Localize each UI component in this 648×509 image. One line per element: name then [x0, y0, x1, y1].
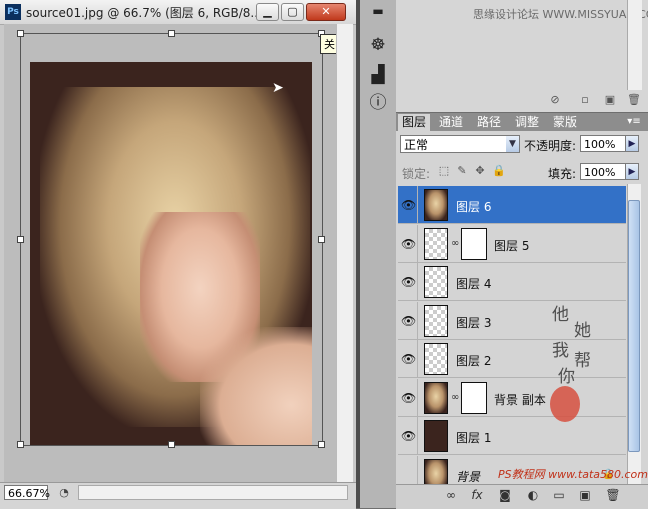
lock-all-icon[interactable]: 🔒 — [492, 165, 506, 177]
status-menu-icon[interactable]: ◔ — [56, 485, 72, 500]
add-mask-icon[interactable]: ◙ — [496, 487, 514, 503]
collapsed-panel-icon[interactable]: ▬ — [365, 0, 391, 22]
layers-scrollbar-thumb[interactable] — [628, 200, 640, 452]
bottom-watermark: PS教程网 www.tata580.com — [498, 468, 648, 481]
fill-label: 填充: — [548, 167, 577, 181]
layer-thumbnail[interactable] — [424, 382, 448, 414]
crop-handle-top[interactable] — [168, 30, 175, 37]
crop-handle-bottom[interactable] — [168, 441, 175, 448]
crop-bounding-box[interactable] — [20, 33, 323, 446]
eye-icon[interactable]: 👁 — [401, 314, 416, 328]
eye-icon[interactable]: 👁 — [401, 198, 416, 212]
eye-icon[interactable]: 👁 — [401, 429, 416, 443]
watermark-char: 我 — [552, 341, 569, 361]
watermark-char: 帮 — [574, 351, 591, 371]
layer-name: 图层 1 — [456, 431, 492, 445]
layer-mask-thumbnail[interactable] — [461, 382, 487, 414]
layer-name: 图层 3 — [456, 316, 492, 330]
new-document-icon[interactable]: ▣ — [603, 93, 617, 107]
layer-name: 图层 5 — [494, 239, 530, 253]
document-vertical-scrollbar[interactable] — [336, 24, 353, 482]
layer-name: 背景 — [456, 470, 481, 484]
layer-name: 图层 4 — [456, 277, 492, 291]
adjustment-layer-icon[interactable]: ◐ — [524, 487, 542, 503]
crop-handle-left[interactable] — [17, 236, 24, 243]
zoom-level-field[interactable]: 66.67% — [4, 485, 50, 500]
tab-adjustments[interactable]: 调整 — [510, 114, 544, 131]
opacity-slider-arrow-icon[interactable]: ▶ — [625, 135, 639, 152]
layer-link-icon[interactable]: ∞ — [451, 238, 459, 249]
watermark-char: 他 — [552, 305, 569, 325]
info-icon[interactable]: ⓘ — [365, 92, 391, 114]
tab-channels[interactable]: 通道 — [434, 114, 468, 131]
lock-transparency-icon[interactable]: ⬚ — [438, 165, 450, 177]
lock-position-icon[interactable]: ✥ — [474, 165, 486, 177]
tab-masks[interactable]: 蒙版 — [548, 114, 582, 131]
eye-icon[interactable]: 👁 — [401, 352, 416, 366]
document-horizontal-scrollbar[interactable] — [78, 485, 348, 500]
minimize-button[interactable]: ▁ — [256, 3, 279, 21]
lock-label: 锁定: — [402, 167, 431, 181]
blend-mode-select[interactable]: 正常 — [400, 135, 520, 153]
fill-slider-arrow-icon[interactable]: ▶ — [625, 163, 639, 180]
delete-layer-icon[interactable]: 🗑 — [604, 487, 622, 503]
tab-paths[interactable]: 路径 — [472, 114, 506, 131]
chevron-down-icon[interactable]: ▼ — [506, 136, 519, 152]
trash-icon[interactable]: 🗑 — [627, 93, 641, 107]
layer-thumbnail[interactable] — [424, 228, 448, 260]
layer-link-icon[interactable]: ∞ — [451, 392, 459, 403]
site-watermark: 思缘设计论坛 WWW.MISSYUAN.COM — [473, 8, 648, 21]
crop-handle-right[interactable] — [318, 236, 325, 243]
crop-handle-bottom-left[interactable] — [17, 441, 24, 448]
no-entry-icon[interactable]: ⊘ — [548, 93, 562, 107]
layer-thumbnail[interactable] — [424, 266, 448, 298]
new-group-icon[interactable]: ▭ — [550, 487, 568, 503]
layer-name: 背景 副本 — [494, 393, 546, 407]
link-layers-icon[interactable]: ∞ — [442, 487, 460, 503]
layer-thumbnail[interactable] — [424, 189, 448, 221]
close-icon: ✕ — [321, 5, 331, 18]
document-title: source01.jpg @ 66.7% (图层 6, RGB/8... — [26, 6, 262, 20]
layer-style-icon[interactable]: fx — [468, 487, 486, 503]
new-layer-icon[interactable]: ▣ — [576, 487, 594, 503]
minimize-icon: ▁ — [263, 5, 272, 18]
opacity-input[interactable]: 100% — [580, 135, 628, 152]
histogram-icon[interactable]: ▟ — [365, 64, 391, 86]
tab-layers[interactable]: 图层 — [398, 114, 430, 131]
navigator-icon[interactable]: ☸ — [365, 34, 391, 56]
layer-thumbnail[interactable] — [424, 420, 448, 452]
layer-name: 图层 2 — [456, 354, 492, 368]
opacity-label: 不透明度: — [524, 139, 577, 153]
photoshop-app-icon: Ps — [5, 4, 21, 20]
maximize-icon: ▢ — [287, 5, 298, 18]
close-button[interactable]: ✕ — [306, 3, 346, 21]
watermark-char: 她 — [574, 321, 591, 341]
eye-icon[interactable]: 👁 — [401, 237, 416, 251]
watermark-char: 你 — [558, 367, 575, 387]
maximize-button[interactable]: ▢ — [281, 3, 304, 21]
layer-thumbnail[interactable] — [424, 343, 448, 375]
seal-stamp — [550, 386, 580, 422]
new-item-icon[interactable]: ▫ — [578, 93, 592, 107]
top-panel-scrollbar[interactable] — [627, 0, 642, 90]
panel-menu-icon[interactable]: ▾≡ — [624, 114, 644, 130]
layer-thumbnail[interactable] — [424, 305, 448, 337]
crop-handle-top-left[interactable] — [17, 30, 24, 37]
layer-mask-thumbnail[interactable] — [461, 228, 487, 260]
eye-icon[interactable]: 👁 — [401, 391, 416, 405]
lock-image-icon[interactable]: ✎ — [456, 165, 468, 177]
layer-name: 图层 6 — [456, 200, 492, 214]
eye-icon[interactable]: 👁 — [401, 275, 416, 289]
fill-input[interactable]: 100% — [580, 163, 628, 180]
crop-handle-bottom-right[interactable] — [318, 441, 325, 448]
